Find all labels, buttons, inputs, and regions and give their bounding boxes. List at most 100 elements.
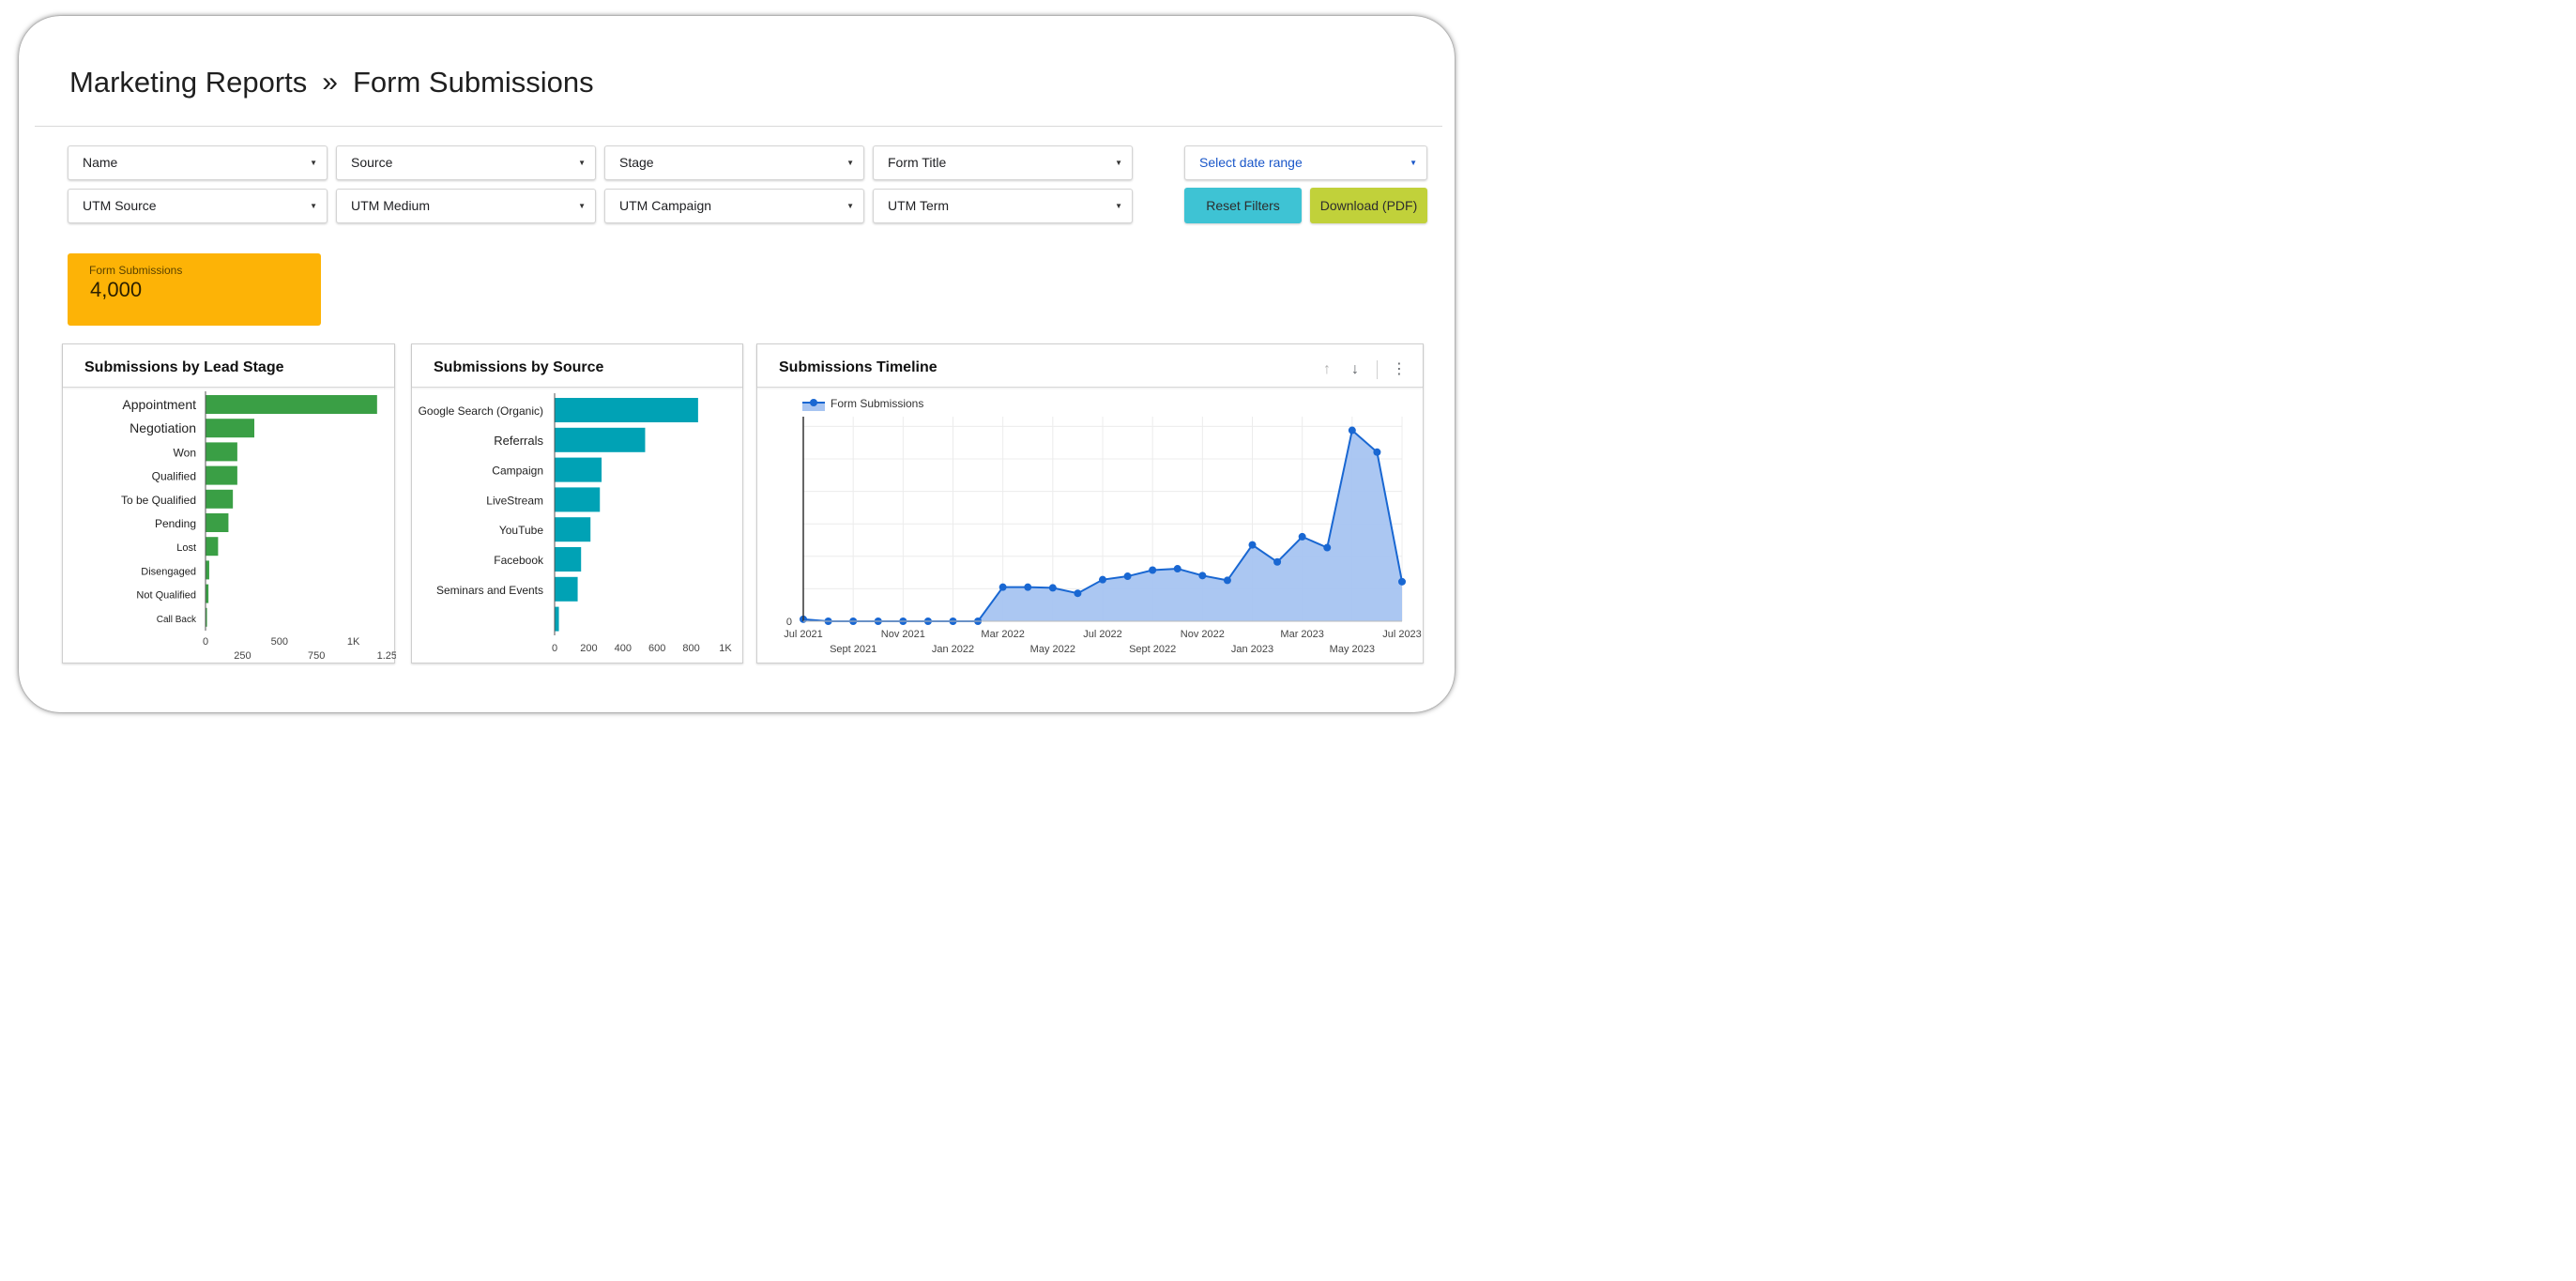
- category-label: Google Search (Organic): [419, 404, 543, 418]
- bar: [555, 398, 698, 422]
- bar: [206, 395, 377, 414]
- timeline-chart: 0Jul 2021 Nov 2021 Mar 2022 Jul 2022 Nov 202…: [784, 397, 1422, 655]
- date-range-picker[interactable]: Select date range ▼: [1184, 145, 1427, 180]
- toolbar-divider: [1377, 360, 1378, 379]
- dropdown-label: UTM Medium: [351, 198, 431, 213]
- x-tick-label: Jul 2021: [784, 629, 823, 640]
- data-point: [1248, 541, 1257, 549]
- data-point: [1348, 426, 1356, 435]
- x-tick-label: 0: [552, 643, 557, 654]
- category-label: Qualified: [152, 470, 196, 483]
- data-point: [1024, 583, 1032, 591]
- category-label: To be Qualified: [121, 494, 196, 507]
- category-label: Disengaged: [141, 566, 196, 577]
- breadcrumb-parent[interactable]: Marketing Reports: [69, 66, 307, 99]
- arrow-up-icon[interactable]: ↑: [1317, 359, 1337, 380]
- x-tick-label: Sept 2022: [1129, 644, 1176, 655]
- bar: [206, 442, 237, 462]
- download-pdf-button[interactable]: Download (PDF): [1310, 188, 1427, 223]
- x-tick-label: 500: [271, 636, 288, 648]
- dropdown-label: Name: [83, 155, 118, 170]
- x-tick-label: 750: [308, 650, 325, 662]
- data-point: [1223, 576, 1231, 585]
- caret-down-icon: ▼: [846, 202, 854, 210]
- filter-name-dropdown[interactable]: Name ▼: [68, 145, 328, 180]
- lead-stage-chart: Appointment Negotiation Won Qualified To be …: [121, 391, 396, 662]
- y-tick-label: 0: [786, 617, 792, 628]
- dropdown-label: Source: [351, 155, 393, 170]
- category-label: Pending: [155, 517, 196, 530]
- bar: [555, 606, 559, 632]
- filter-form-title-dropdown[interactable]: Form Title ▼: [873, 145, 1133, 180]
- data-point: [1273, 557, 1282, 566]
- lead-stage-chart-card: Appointment Negotiation Won Qualified To be …: [62, 343, 396, 663]
- caret-down-icon: ▼: [310, 159, 317, 167]
- more-vert-icon[interactable]: ⋮: [1389, 359, 1410, 380]
- source-chart: Google Search (Organic) Referrals Campaign…: [419, 393, 732, 654]
- caret-down-icon: ▼: [1410, 159, 1417, 167]
- chart-title: Submissions by Source: [412, 344, 742, 388]
- x-tick-label: Nov 2021: [881, 629, 925, 640]
- header-divider: [35, 126, 1442, 127]
- filter-utm-source-dropdown[interactable]: UTM Source ▼: [68, 189, 328, 223]
- bar: [555, 547, 582, 572]
- x-tick-label: 600: [648, 643, 665, 654]
- caret-down-icon: ▼: [578, 159, 586, 167]
- bar: [555, 576, 578, 602]
- data-point: [1149, 566, 1157, 574]
- data-point: [1373, 448, 1381, 456]
- chart-toolbar: ↑ ↓ ⋮: [1317, 359, 1410, 380]
- caret-down-icon: ▼: [846, 159, 854, 167]
- category-label: Lost: [176, 542, 196, 554]
- category-label: Not Qualified: [136, 590, 196, 602]
- page-title: Marketing Reports » Form Submissions: [69, 66, 594, 99]
- x-tick-label: 1K: [347, 636, 360, 648]
- category-label: Won: [174, 446, 196, 459]
- dropdown-label: Stage: [619, 155, 654, 170]
- x-tick-label: 800: [682, 643, 699, 654]
- bar: [206, 465, 237, 485]
- bar: [555, 517, 591, 542]
- bar: [555, 457, 602, 482]
- filter-source-dropdown[interactable]: Source ▼: [336, 145, 596, 180]
- category-label: Facebook: [494, 554, 544, 567]
- bar: [206, 489, 234, 509]
- category-label: LiveStream: [486, 494, 543, 507]
- category-label: Campaign: [492, 465, 543, 478]
- filter-utm-term-dropdown[interactable]: UTM Term ▼: [873, 189, 1133, 223]
- bar: [555, 487, 601, 512]
- bar: [555, 427, 646, 452]
- data-point: [1298, 532, 1306, 541]
- dropdown-label: UTM Campaign: [619, 198, 712, 213]
- timeline-chart-card: 0 Jul 2021 Nov 2021 Mar 2022 Jul 2022 Nov 202…: [756, 343, 1424, 663]
- category-label: YouTube: [499, 524, 543, 537]
- bar: [206, 537, 219, 557]
- category-label: Negotiation: [130, 420, 196, 435]
- caret-down-icon: ▼: [1115, 159, 1122, 167]
- bar: [206, 513, 229, 532]
- x-tick-label: Sept 2021: [830, 644, 876, 655]
- dropdown-label: Form Title: [888, 155, 947, 170]
- dropdown-label: UTM Term: [888, 198, 950, 213]
- kpi-scorecard: Form Submissions 4,000: [68, 253, 321, 326]
- breadcrumb-separator-icon: »: [322, 67, 338, 98]
- x-tick-label: 1K: [719, 643, 732, 654]
- kpi-value: 4,000: [90, 278, 143, 301]
- x-tick-label: May 2022: [1030, 644, 1075, 655]
- filter-stage-dropdown[interactable]: Stage ▼: [604, 145, 864, 180]
- filter-utm-campaign-dropdown[interactable]: UTM Campaign ▼: [604, 189, 864, 223]
- data-point: [1323, 543, 1332, 552]
- chart-title: Submissions by Lead Stage: [63, 344, 394, 388]
- data-point: [1099, 575, 1106, 584]
- arrow-down-icon[interactable]: ↓: [1345, 359, 1365, 380]
- x-tick-label: Jul 2023: [1382, 629, 1422, 640]
- data-point: [1398, 577, 1406, 586]
- x-tick-label: Jan 2022: [932, 644, 974, 655]
- kpi-label: Form Submissions: [89, 264, 183, 277]
- x-tick-label: Jul 2022: [1083, 629, 1122, 640]
- source-chart-card: Google Search (Organic) Referrals Campaign…: [411, 343, 743, 663]
- x-tick-label: Mar 2023: [1280, 629, 1323, 640]
- reset-filters-button[interactable]: Reset Filters: [1184, 188, 1302, 223]
- x-tick-label: 200: [580, 643, 597, 654]
- filter-utm-medium-dropdown[interactable]: UTM Medium ▼: [336, 189, 596, 223]
